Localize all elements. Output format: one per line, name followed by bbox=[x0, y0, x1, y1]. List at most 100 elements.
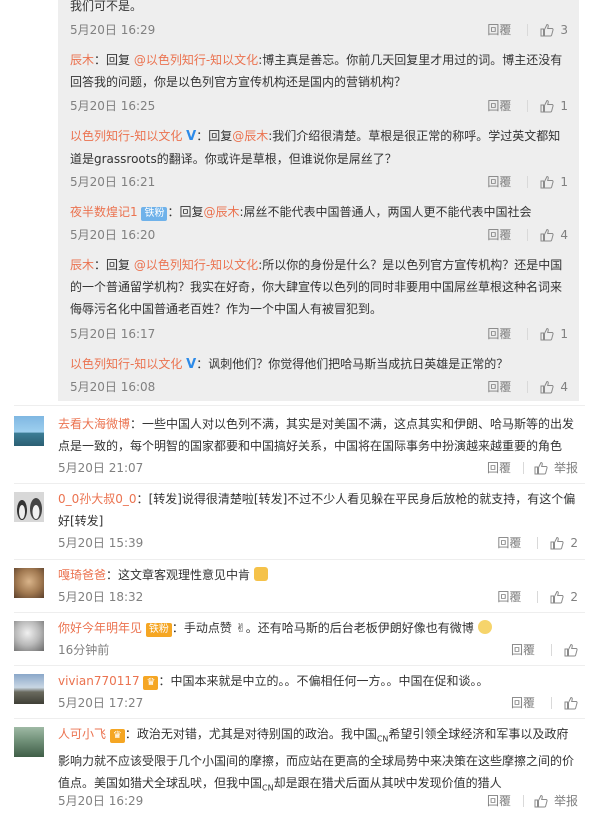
divider bbox=[537, 591, 539, 603]
mention-link[interactable]: @以色列知行-知以文化 bbox=[134, 258, 258, 272]
thumbs-up-icon bbox=[534, 461, 548, 475]
comment-text: 这文章客观理性意见中肯 bbox=[118, 568, 251, 582]
separator-text: ： bbox=[124, 727, 137, 741]
username-link[interactable]: 去看大海微博 bbox=[58, 417, 130, 431]
report-button[interactable]: 举报 bbox=[554, 457, 578, 479]
username-link[interactable]: 你好今年明年见 bbox=[58, 621, 142, 635]
reply-text: :博主真是善忘。你前几天回复里才用过的词。博主还没有 bbox=[258, 53, 563, 67]
avatar[interactable] bbox=[14, 727, 44, 757]
comment-meta: 5月20日 15:39 回覆 2 bbox=[58, 532, 578, 554]
thumbs-up-icon bbox=[540, 228, 554, 242]
like-button[interactable]: 1 bbox=[540, 95, 568, 117]
username-link[interactable]: 辰木 bbox=[70, 53, 94, 67]
username-link[interactable]: 人可小飞 bbox=[58, 727, 106, 741]
like-count: 1 bbox=[560, 327, 568, 341]
nested-reply: 以色列知行-知以文化 V：回复@辰木:我们介绍很清楚。草根是很正常的称呼。学过英… bbox=[70, 125, 568, 170]
comment-text: 手动点赞 bbox=[183, 621, 232, 635]
comment-text: 值点。美国如猎犬全球乱吠，但我中国 bbox=[58, 776, 263, 791]
avatar[interactable] bbox=[14, 568, 44, 598]
like-button[interactable] bbox=[564, 643, 578, 657]
like-button[interactable]: 举报 bbox=[534, 790, 578, 812]
comment-text: 希望引领全球经济和军事以及政府 bbox=[388, 727, 569, 741]
username-link[interactable]: 以色列知行-知以文化 bbox=[70, 357, 182, 371]
like-button[interactable]: 4 bbox=[540, 224, 568, 246]
separator-text: ：回复 bbox=[196, 129, 233, 143]
divider bbox=[527, 176, 529, 188]
like-button[interactable]: 3 bbox=[540, 19, 568, 41]
fan-badge: 铁粉 bbox=[141, 207, 168, 221]
reply-button[interactable]: 回覆 bbox=[487, 19, 511, 41]
reply-button[interactable]: 回覆 bbox=[487, 323, 511, 345]
report-button[interactable]: 举报 bbox=[554, 790, 578, 812]
divider bbox=[14, 665, 585, 666]
reply-meta: 5月20日 16:17 回覆 1 bbox=[70, 323, 568, 345]
reply-button[interactable]: 回覆 bbox=[487, 224, 511, 246]
comment-item: 嘎琦爸爸：这文章客观理性意见中肯 5月20日 18:32 回覆 2 bbox=[14, 564, 578, 612]
thumbs-up-icon bbox=[534, 794, 548, 808]
like-button[interactable]: 1 bbox=[540, 171, 568, 193]
like-count: 2 bbox=[570, 590, 578, 604]
mention-link[interactable]: @辰木 bbox=[203, 205, 239, 219]
reply-button[interactable]: 回覆 bbox=[497, 532, 521, 554]
username-link[interactable]: 0_0孙大叔0_0 bbox=[58, 492, 137, 506]
timestamp: 5月20日 15:39 bbox=[58, 536, 144, 550]
avatar[interactable] bbox=[14, 492, 44, 522]
username-link[interactable]: 嘎琦爸爸 bbox=[58, 568, 106, 582]
like-count: 3 bbox=[560, 23, 568, 37]
comment-text: 政治无对错，尤其是对待别国的政治。我中国 bbox=[136, 727, 377, 741]
reply-button[interactable]: 回覆 bbox=[487, 171, 511, 193]
username-link[interactable]: vivian770117 bbox=[58, 674, 140, 688]
separator-text: ：回复 bbox=[94, 53, 134, 67]
reply-text: 的一个普通留学机构？我实在好奇，你大肆宣传以色列的同时非要用中国屌丝草根这种名词… bbox=[70, 280, 563, 294]
nested-reply: 以色列知行-知以文化 V：讽刺他们？你觉得他们把哈马斯当成抗日英雄是正常的？ bbox=[70, 353, 568, 376]
comment-text: 影响力就不应该受限于几个小国间的摩擦，而应站在更高的全球局势中来决策在这些摩擦之… bbox=[58, 754, 575, 769]
comment-meta: 5月20日 21:07 回覆 举报 bbox=[58, 457, 578, 479]
avatar[interactable] bbox=[14, 621, 44, 651]
mention-link[interactable]: @辰木 bbox=[232, 129, 268, 143]
reply-text: :我们介绍很清楚。草根是很正常的称呼。学过英文都知 bbox=[268, 129, 561, 143]
like-button[interactable]: 2 bbox=[550, 532, 578, 554]
timestamp: 5月20日 21:07 bbox=[58, 461, 144, 475]
avatar[interactable] bbox=[14, 416, 44, 446]
comment-meta: 5月20日 16:29 回覆 举报 bbox=[58, 790, 578, 812]
reply-meta: 5月20日 16:25 回覆 1 bbox=[70, 95, 568, 117]
reply-button[interactable]: 回覆 bbox=[487, 457, 511, 479]
like-button[interactable]: 2 bbox=[550, 586, 578, 608]
like-count: 1 bbox=[560, 175, 568, 189]
reply-meta: 5月20日 16:21 回覆 1 bbox=[70, 171, 568, 193]
like-button[interactable]: 1 bbox=[540, 323, 568, 345]
like-button[interactable]: 4 bbox=[540, 376, 568, 398]
username-link[interactable]: 夜半数煌记1 bbox=[70, 205, 138, 219]
reply-text: :屌丝不能代表中国普通人，两国人更不能代表中国社会 bbox=[239, 205, 532, 219]
thumbs-up-emoji-icon bbox=[253, 567, 268, 581]
comment-item: 0_0孙大叔0_0：[转发]说得很清楚啦[转发]不过不少人看见躲在平民身后放枪的… bbox=[14, 488, 578, 558]
reply-button[interactable]: 回覆 bbox=[487, 95, 511, 117]
reply-button[interactable]: 回覆 bbox=[497, 586, 521, 608]
reply-meta: 5月20日 16:08 回覆 4 bbox=[70, 376, 568, 398]
comment-text: 。还有哈马斯的后台老板伊朗好像也有微博 bbox=[245, 621, 474, 635]
timestamp: 16分钟前 bbox=[58, 643, 110, 657]
reply-button[interactable]: 回覆 bbox=[487, 790, 511, 812]
thumbs-up-icon bbox=[540, 23, 554, 37]
avatar[interactable] bbox=[14, 674, 44, 704]
username-link[interactable]: 辰木 bbox=[70, 258, 94, 272]
timestamp: 5月20日 16:25 bbox=[70, 99, 156, 113]
mention-link[interactable]: @以色列知行-知以文化 bbox=[134, 53, 258, 67]
like-button[interactable]: 举报 bbox=[534, 457, 578, 479]
username-link[interactable]: 以色列知行-知以文化 bbox=[70, 129, 182, 143]
divider bbox=[527, 229, 529, 241]
nested-reply: 辰木：回复 @以色列知行-知以文化:博主真是善忘。你前几天回复里才用过的词。博主… bbox=[70, 49, 568, 93]
divider bbox=[522, 795, 524, 807]
comment-meta: 5月20日 18:32 回覆 2 bbox=[58, 586, 578, 608]
reply-button[interactable]: 回覆 bbox=[511, 639, 535, 661]
reply-button[interactable]: 回覆 bbox=[487, 376, 511, 398]
like-button[interactable] bbox=[564, 696, 578, 710]
divider bbox=[14, 612, 585, 613]
nested-replies-panel: 我们可不是。 5月20日 16:29 回覆 3 辰木：回复 @以色列知行-知以文… bbox=[58, 0, 579, 401]
member-icon: ♛ bbox=[143, 676, 159, 690]
reply-button[interactable]: 回覆 bbox=[511, 692, 535, 714]
divider bbox=[537, 537, 539, 549]
divider bbox=[527, 381, 529, 393]
reply-text: 道是grassroots的翻译。你或许是草根，但谁说你是屌丝了？ bbox=[70, 152, 397, 166]
cn-label: CN bbox=[376, 734, 389, 744]
